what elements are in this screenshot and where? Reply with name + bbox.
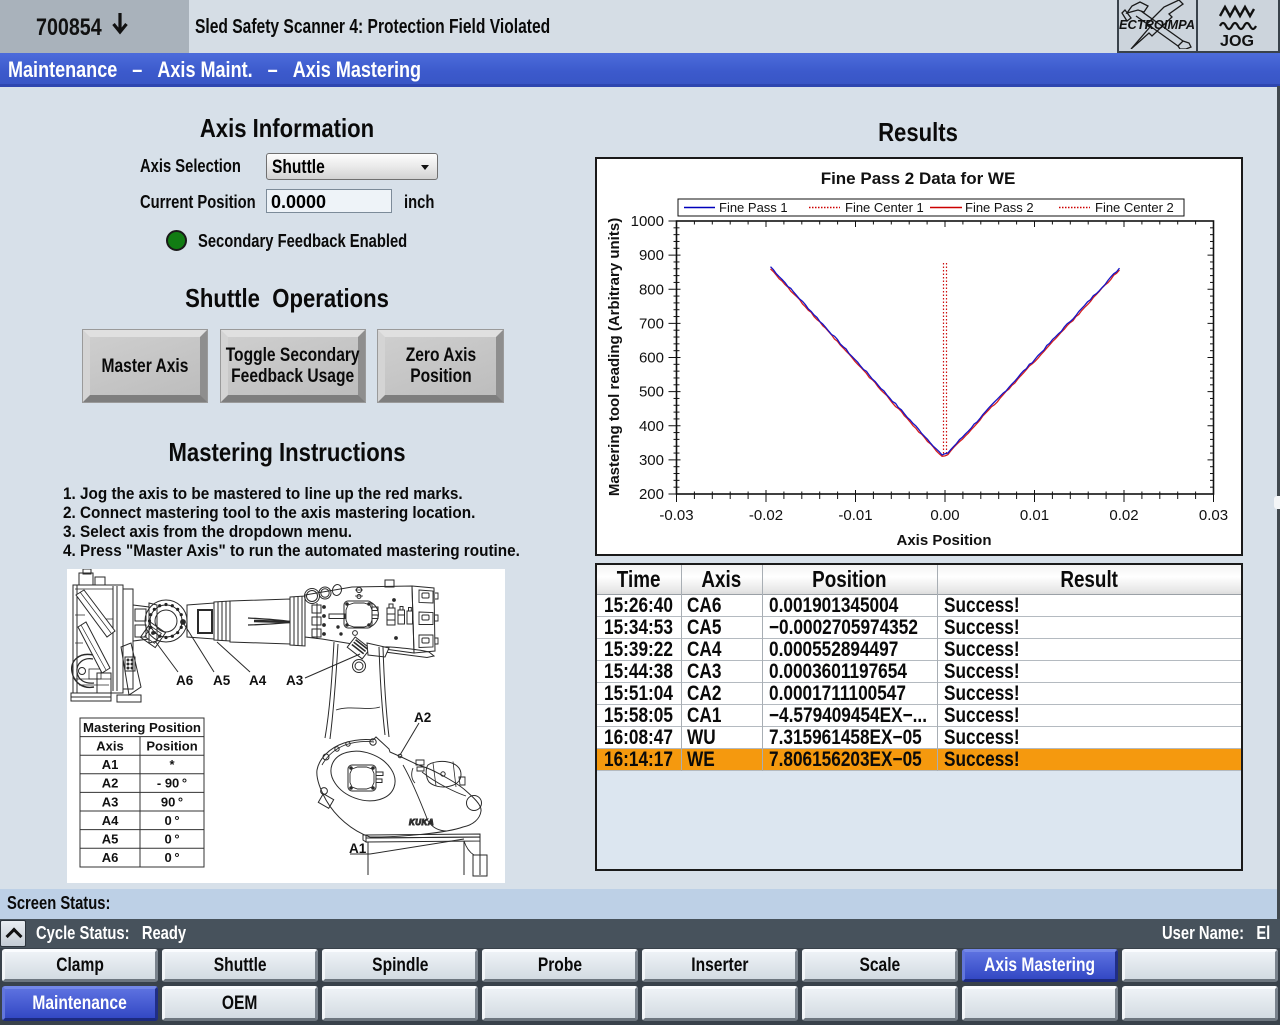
svg-text:A1: A1 — [102, 757, 119, 772]
svg-text:-0.03: -0.03 — [659, 507, 693, 524]
svg-text:Position: Position — [146, 739, 197, 754]
svg-text:ECTROIMPA: ECTROIMPA — [1119, 18, 1195, 32]
svg-text:90 °: 90 ° — [161, 794, 183, 809]
svg-text:A3: A3 — [102, 794, 119, 809]
svg-text:300: 300 — [639, 452, 664, 469]
svg-text:400: 400 — [639, 418, 664, 435]
svg-text:Mastering tool reading (Arbitr: Mastering tool reading (Arbitrary units) — [606, 218, 623, 496]
svg-text:500: 500 — [639, 384, 664, 401]
svg-text:A5: A5 — [213, 673, 231, 688]
svg-text:1000: 1000 — [631, 213, 664, 230]
svg-text:0.00: 0.00 — [930, 507, 959, 524]
svg-text:A5: A5 — [102, 832, 119, 847]
svg-text:Fine Pass 1: Fine Pass 1 — [719, 200, 788, 215]
svg-text:A4: A4 — [249, 673, 267, 688]
svg-text:KUKA: KUKA — [409, 818, 434, 827]
svg-text:Fine Pass 2 Data for WE: Fine Pass 2 Data for WE — [821, 169, 1016, 188]
svg-text:-0.01: -0.01 — [838, 507, 872, 524]
svg-text:A1: A1 — [349, 841, 367, 856]
svg-text:A3: A3 — [286, 673, 304, 688]
svg-text:- 90 °: - 90 ° — [157, 776, 187, 791]
svg-text:Axis: Axis — [96, 739, 123, 754]
svg-text:0 °: 0 ° — [164, 813, 179, 828]
svg-text:700: 700 — [639, 315, 664, 332]
svg-text:A4: A4 — [102, 813, 119, 828]
svg-text:Fine Center 2: Fine Center 2 — [1095, 200, 1174, 215]
svg-text:Fine Pass 2: Fine Pass 2 — [965, 200, 1034, 215]
svg-text:0.03: 0.03 — [1199, 507, 1228, 524]
svg-text:900: 900 — [639, 247, 664, 264]
svg-text:A2: A2 — [102, 776, 119, 791]
svg-text:Axis Position: Axis Position — [896, 532, 991, 549]
svg-text:0 °: 0 ° — [164, 850, 179, 865]
svg-text:-0.02: -0.02 — [749, 507, 783, 524]
svg-text:200: 200 — [639, 486, 664, 503]
svg-text:0.02: 0.02 — [1109, 507, 1138, 524]
svg-text:0.01: 0.01 — [1020, 507, 1049, 524]
svg-text:600: 600 — [639, 350, 664, 367]
svg-text:800: 800 — [639, 281, 664, 298]
svg-text:A6: A6 — [102, 850, 119, 865]
svg-text:A2: A2 — [414, 710, 431, 725]
svg-text:A6: A6 — [176, 673, 194, 688]
svg-text:JOG: JOG — [1220, 33, 1254, 49]
svg-text:Fine Center 1: Fine Center 1 — [845, 200, 924, 215]
svg-text:Mastering Position: Mastering Position — [83, 720, 201, 735]
svg-text:0 °: 0 ° — [164, 832, 179, 847]
svg-text:*: * — [169, 757, 175, 772]
